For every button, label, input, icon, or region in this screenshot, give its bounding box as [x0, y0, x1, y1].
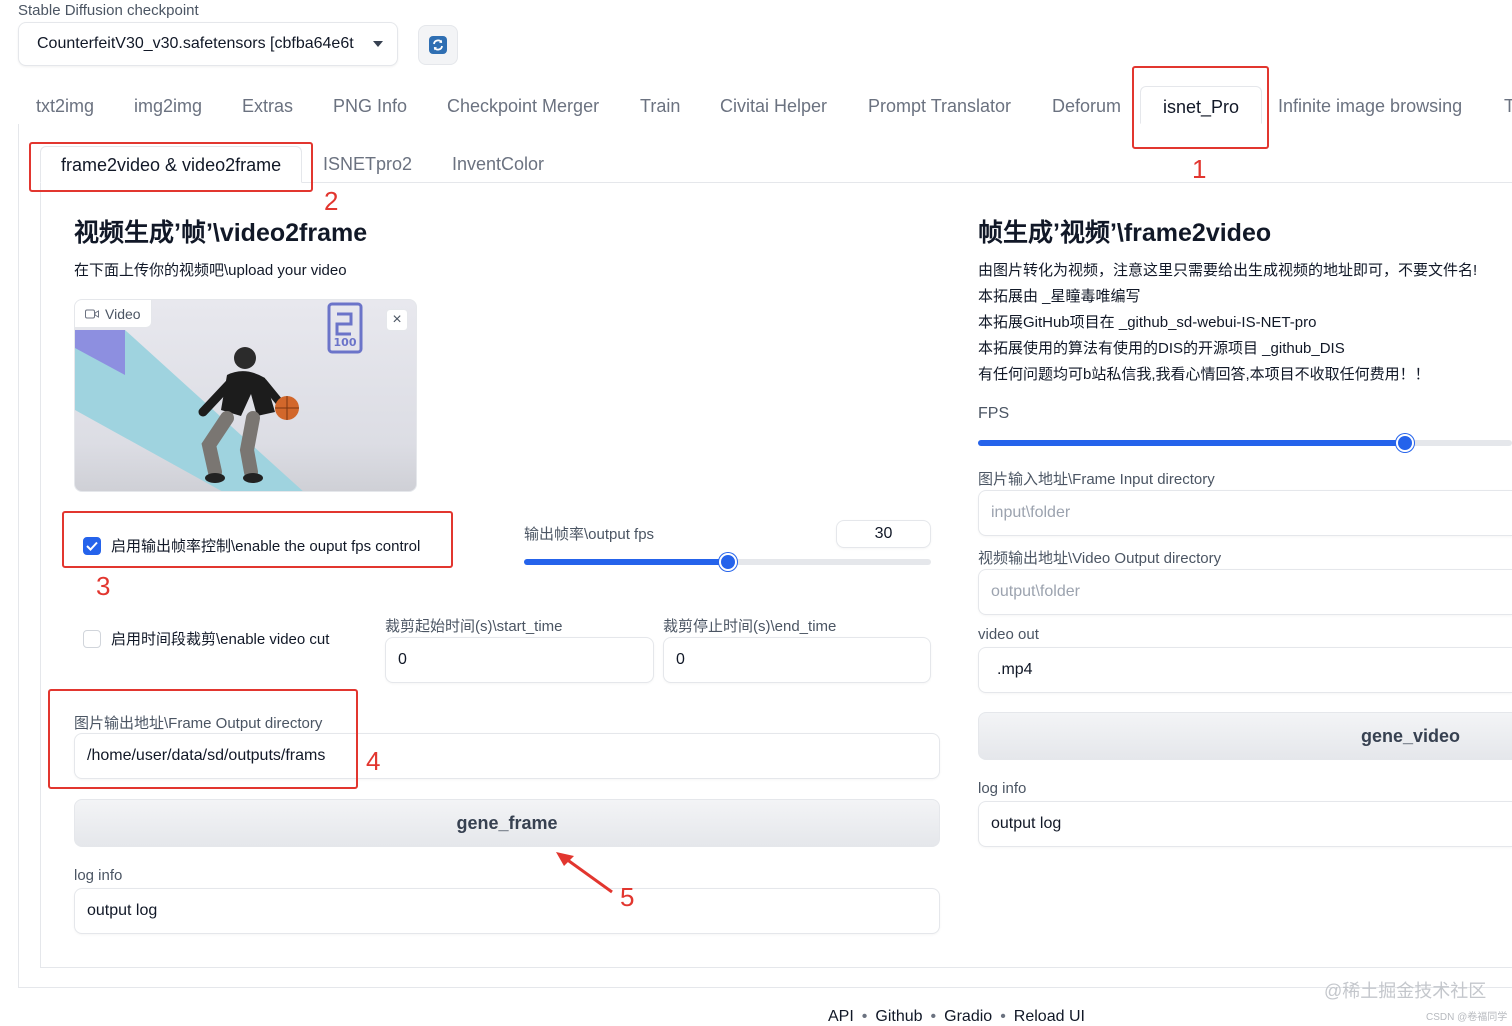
video-camera-icon — [85, 309, 99, 318]
video-cut-label: 启用时间段裁剪\enable video cut — [111, 631, 330, 648]
footer-api-link[interactable]: API — [828, 1008, 854, 1025]
frame-input-label: 图片输入地址\Frame Input directory — [978, 471, 1215, 488]
watermark-text: @稀土掘金技术社区 — [1324, 981, 1487, 1001]
video-cut-checkbox[interactable] — [83, 629, 101, 648]
subtab-inventcolor[interactable]: InventColor — [452, 154, 544, 175]
checkpoint-dropdown[interactable]: CounterfeitV30_v30.safetensors [cbfba64e… — [18, 22, 398, 66]
left-log-output[interactable]: output log — [74, 888, 940, 934]
right-log-label: log info — [978, 780, 1027, 797]
video-preview-image: 100 — [75, 302, 363, 491]
video-out-label: video out — [978, 626, 1039, 643]
info-line-5: 有任何问题均可b站私信我,我看心情回答,本项目不收取任何费用！！ — [978, 366, 1430, 383]
annotation-number-1: 1 — [1192, 154, 1207, 184]
annotation-number-5: 5 — [620, 882, 635, 912]
start-time-input[interactable]: 0 — [385, 637, 654, 683]
subtab-isnetpro2[interactable]: ISNETpro2 — [323, 154, 412, 175]
video-out-field[interactable]: .mp4 — [978, 647, 1512, 693]
frame-input-field[interactable]: input\folder — [978, 490, 1512, 536]
info-line-3: 本拓展GitHub项目在 _github_sd-webui-IS-NET-pro — [978, 314, 1317, 331]
tab-deforum[interactable]: Deforum — [1052, 96, 1121, 117]
annotation-box-4 — [48, 689, 358, 789]
video-upload[interactable]: 100 Video × — [74, 299, 417, 492]
start-time-label: 裁剪起始时间(s)\start_time — [385, 618, 563, 635]
video-output-field[interactable]: output\folder — [978, 569, 1512, 615]
footer-separator: • — [861, 1008, 868, 1025]
end-time-label: 裁剪停止时间(s)\end_time — [663, 618, 837, 635]
tab-prompt-translator[interactable]: Prompt Translator — [868, 96, 1011, 117]
tab-checkpoint-merger[interactable]: Checkpoint Merger — [447, 96, 599, 117]
annotation-arrow-icon — [556, 852, 613, 894]
tab-civitai-helper[interactable]: Civitai Helper — [720, 96, 827, 117]
annotation-number-3: 3 — [96, 571, 111, 601]
fps-slider[interactable] — [978, 434, 1512, 452]
frame2video-title: 帧生成’视频’\frame2video — [978, 219, 1272, 247]
tab-infinite-image-browsing[interactable]: Infinite image browsing — [1278, 96, 1462, 117]
tab-img2img[interactable]: img2img — [134, 96, 202, 117]
upload-hint: 在下面上传你的视频吧\upload your video — [74, 262, 347, 279]
annotation-number-2: 2 — [324, 186, 339, 216]
info-line-1: 由图片转化为视频，注意这里只需要给出生成视频的地址即可，不要文件名! — [978, 262, 1478, 279]
fps-slider-fill — [978, 440, 1406, 446]
tab-train[interactable]: Train — [640, 96, 680, 117]
tab-txt2img[interactable]: txt2img — [36, 96, 94, 117]
info-line-2: 本拓展由 _星瞳毒唯编写 — [978, 288, 1141, 305]
video2frame-title: 视频生成’帧’\video2frame — [74, 219, 368, 247]
right-log-output[interactable]: output log — [978, 801, 1512, 847]
gene-frame-button[interactable]: gene_frame — [74, 799, 940, 847]
output-fps-label: 输出帧率\output fps — [524, 526, 655, 543]
footer-reload-ui-link[interactable]: Reload UI — [1014, 1008, 1085, 1025]
output-fps-slider-fill — [524, 559, 728, 565]
info-line-4: 本拓展使用的算法有使用的DIS的开源项目 _github_DIS — [978, 340, 1345, 357]
output-fps-number[interactable]: 30 — [836, 520, 931, 548]
footer-separator: • — [1000, 1008, 1006, 1025]
checkpoint-value: CounterfeitV30_v30.safetensors [cbfba64e… — [37, 35, 354, 52]
output-fps-slider-thumb[interactable] — [718, 553, 737, 571]
checkpoint-label: Stable Diffusion checkpoint — [18, 2, 199, 19]
footer-links: API • Github • Gradio • Reload UI — [828, 1008, 1085, 1026]
annotation-box-1 — [1132, 66, 1269, 149]
tab-png-info[interactable]: PNG Info — [333, 96, 407, 117]
footer-github-link[interactable]: Github — [875, 1008, 922, 1025]
video-chip-text: Video — [105, 305, 141, 322]
end-time-input[interactable]: 0 — [663, 637, 931, 683]
tab-truncated[interactable]: T — [1504, 96, 1512, 117]
fps-label: FPS — [978, 405, 1010, 422]
refresh-icon — [429, 36, 447, 54]
chevron-down-icon — [373, 41, 383, 47]
video-label-chip: Video — [75, 300, 152, 328]
annotation-number-4: 4 — [366, 746, 381, 776]
video-cut-toggle[interactable]: 启用时间段裁剪\enable video cut — [83, 628, 329, 649]
tab-extras[interactable]: Extras — [242, 96, 293, 117]
svg-text:100: 100 — [334, 336, 357, 349]
annotation-box-3 — [62, 511, 453, 568]
refresh-checkpoint-button[interactable] — [418, 25, 458, 65]
footer-gradio-link[interactable]: Gradio — [944, 1008, 992, 1025]
gene-video-button[interactable]: gene_video — [978, 712, 1512, 760]
annotation-box-2 — [29, 142, 313, 192]
footer-separator: • — [930, 1008, 937, 1025]
main-tab-bar: txt2img img2img Extras PNG Info Checkpoi… — [18, 86, 1512, 125]
left-log-label: log info — [74, 867, 123, 884]
watermark-small-text: CSDN @卷福同学 — [1426, 1012, 1508, 1023]
close-icon[interactable]: × — [386, 309, 408, 331]
video-output-label: 视频输出地址\Video Output directory — [978, 550, 1222, 567]
output-fps-slider[interactable] — [524, 553, 931, 571]
